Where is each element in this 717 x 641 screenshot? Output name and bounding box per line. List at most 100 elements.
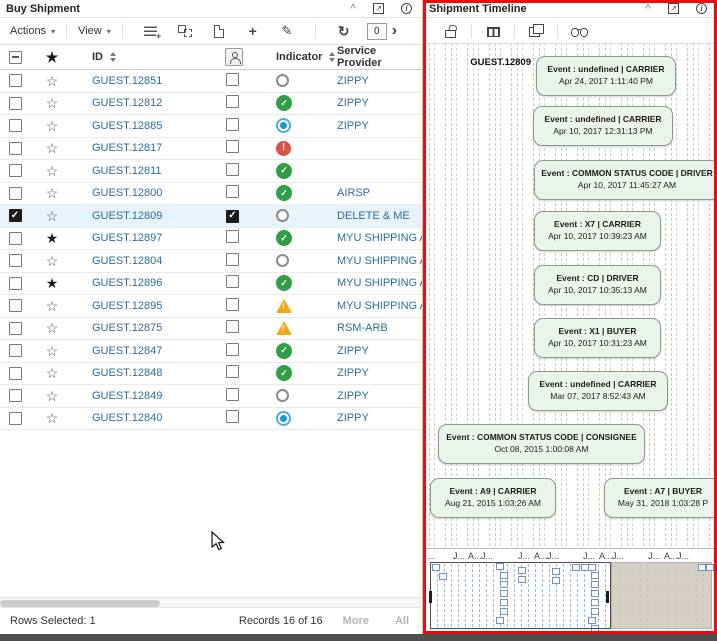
info-icon[interactable]: i [401,3,412,14]
row-flag-checkbox[interactable] [226,275,239,289]
timeline-event[interactable]: Event : undefined | CARRIER Apr 24, 2017 … [536,56,676,96]
row-provider-link[interactable]: DELETE & ME [337,210,422,222]
table-row[interactable]: ☆ GUEST.12849 ZIPPY [0,385,422,408]
row-flag-checkbox[interactable] [226,297,239,311]
row-provider-link[interactable]: RSM-ARB [337,322,422,334]
open-in-new-window-icon[interactable]: ↗ [373,3,384,14]
row-select-checkbox[interactable] [8,119,22,133]
timeline-event[interactable]: Event : X1 | BUYER Apr 10, 2017 10:31:23 … [534,318,661,358]
row-select-checkbox[interactable] [8,276,22,290]
row-select-checkbox[interactable] [8,411,22,425]
row-provider-link[interactable]: MYU SHIPPING AGE [337,255,422,267]
add-to-table-button[interactable] [140,22,162,41]
row-select-checkbox[interactable] [8,96,22,110]
row-star[interactable]: ★ [46,231,59,245]
row-select-checkbox[interactable] [8,389,22,403]
row-provider-link[interactable]: ZIPPY [337,390,422,402]
unlock-button[interactable] [438,21,462,41]
row-provider-link[interactable]: MYU SHIPPING AGE [337,300,422,312]
row-provider-link[interactable]: ZIPPY [337,412,422,424]
row-select-checkbox[interactable] [8,299,22,313]
row-id-link[interactable]: GUEST.12875 [92,322,162,334]
timeline-event[interactable]: Event : undefined | CARRIER Apr 10, 2017 … [533,106,673,146]
table-row[interactable]: ☆ GUEST.12875 RSM-ARB [0,317,422,340]
columns-button[interactable] [481,21,505,41]
row-flag-checkbox[interactable] [226,117,239,131]
row-id-link[interactable]: GUEST.12851 [92,75,162,87]
row-id-link[interactable]: GUEST.12897 [92,232,162,244]
timeline-event[interactable]: Event : A9 | CARRIER Aug 21, 2015 1:03:26… [430,478,556,518]
row-star[interactable]: ☆ [46,411,59,425]
timeline-event[interactable]: Event : CD | DRIVER Apr 10, 2017 10:35:13… [534,265,661,305]
row-select-checkbox[interactable] [8,321,22,335]
add-button[interactable]: + [242,22,264,40]
timeline-event[interactable]: Event : A7 | BUYER May 31, 2018 1:03:28 P [604,478,717,518]
table-row[interactable]: ☆ GUEST.12895 MYU SHIPPING AGE [0,295,422,318]
row-provider-link[interactable]: MYU SHIPPING AGE [337,232,422,244]
row-star[interactable]: ☆ [46,96,59,110]
row-flag-checkbox[interactable] [226,252,239,266]
table-row[interactable]: ☆ GUEST.12885 ZIPPY [0,115,422,138]
refresh-button[interactable]: ↻ [333,22,355,40]
record-count-input[interactable]: 0 [366,22,387,40]
row-select-checkbox[interactable] [8,366,22,380]
timeline-event[interactable]: Event : COMMON STATUS CODE | DRIVER Apr 1… [534,160,717,200]
row-id-link[interactable]: GUEST.12817 [92,142,162,154]
row-star[interactable]: ☆ [46,389,59,403]
collapse-panel-icon[interactable]: ^ [645,3,651,13]
row-flag-checkbox[interactable] [226,162,239,176]
row-select-checkbox[interactable] [8,254,22,268]
row-star[interactable]: ☆ [46,299,59,313]
row-star[interactable]: ☆ [46,141,59,155]
timeline-event[interactable]: Event : undefined | CARRIER Mar 07, 2017 … [528,371,668,411]
all-button[interactable]: All [395,615,409,627]
row-flag-checkbox[interactable] [226,209,239,223]
scrollbar-thumb[interactable] [0,599,160,607]
row-select-checkbox[interactable] [8,209,22,223]
row-provider-link[interactable]: ZIPPY [337,97,422,109]
row-star[interactable]: ☆ [46,321,59,335]
row-flag-checkbox[interactable] [226,185,239,199]
row-id-link[interactable]: GUEST.12885 [92,120,162,132]
row-provider-link[interactable]: ZIPPY [337,75,422,87]
table-row[interactable]: ☆ GUEST.12809 DELETE & ME [0,205,422,228]
row-id-link[interactable]: GUEST.12811 [92,165,162,177]
table-row[interactable]: ☆ GUEST.12812 ZIPPY [0,92,422,115]
row-star[interactable]: ☆ [46,164,59,178]
row-select-checkbox[interactable] [8,344,22,358]
open-in-new-window-icon[interactable]: ↗ [668,3,679,14]
table-row[interactable]: ☆ GUEST.12804 MYU SHIPPING AGE [0,250,422,273]
row-select-checkbox[interactable] [8,186,22,200]
row-id-link[interactable]: GUEST.12895 [92,300,162,312]
row-select-checkbox[interactable] [8,141,22,155]
timeline-event[interactable]: Event : X7 | CARRIER Apr 10, 2017 10:39:2… [534,211,661,251]
row-select-checkbox[interactable] [8,74,22,88]
row-id-link[interactable]: GUEST.12840 [92,412,162,424]
horizontal-scrollbar[interactable] [0,597,421,607]
more-button[interactable]: More [343,615,369,627]
table-row[interactable]: ★ GUEST.12896 MYU SHIPPING AGE [0,272,422,295]
row-flag-checkbox[interactable] [226,387,239,401]
row-flag-checkbox[interactable] [226,230,239,244]
sort-icon[interactable] [110,52,116,62]
minimap-selection-window[interactable] [429,562,611,629]
row-star[interactable]: ★ [46,276,59,290]
row-flag-checkbox[interactable] [226,410,239,424]
table-row[interactable]: ☆ GUEST.12811 [0,160,422,183]
view-menu-button[interactable]: View ▾ [78,25,111,37]
select-all-checkbox[interactable] [8,50,22,64]
table-row[interactable]: ☆ GUEST.12848 ZIPPY [0,362,422,385]
actions-menu-button[interactable]: Actions ▾ [10,25,55,37]
row-id-link[interactable]: GUEST.12809 [92,210,162,222]
row-flag-checkbox[interactable] [226,72,239,86]
row-id-link[interactable]: GUEST.12896 [92,277,162,289]
row-flag-checkbox[interactable] [226,320,239,334]
row-select-checkbox[interactable] [8,164,22,178]
row-star[interactable]: ☆ [46,344,59,358]
row-id-link[interactable]: GUEST.12812 [92,97,162,109]
row-id-link[interactable]: GUEST.12800 [92,187,162,199]
timeline-event[interactable]: Event : COMMON STATUS CODE | CONSIGNEE Oc… [438,424,645,464]
row-flag-checkbox[interactable] [226,365,239,379]
sort-icon[interactable] [329,52,336,62]
table-row[interactable]: ☆ GUEST.12851 ZIPPY [0,70,422,93]
